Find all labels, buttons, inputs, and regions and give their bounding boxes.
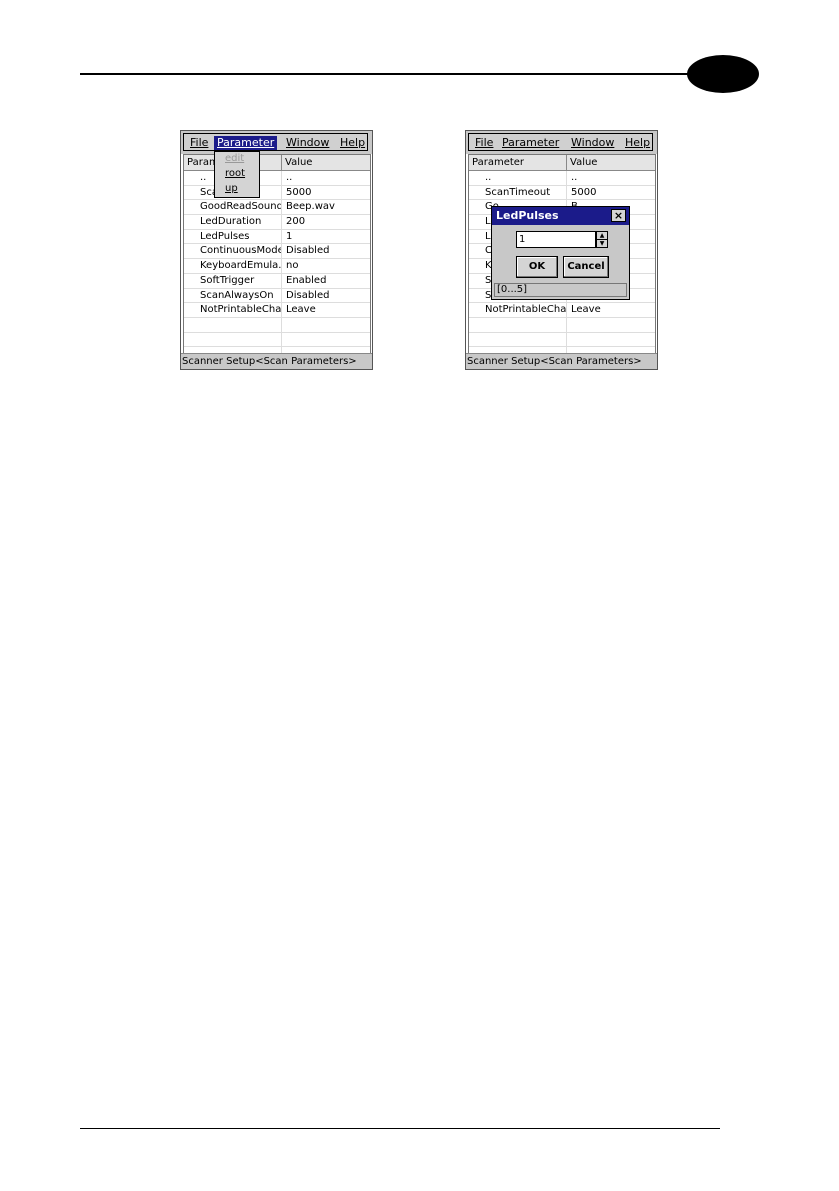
menu-parameter[interactable]: Parameter: [499, 136, 562, 150]
column-header-parameter[interactable]: Parameter: [469, 155, 567, 170]
dialog-title: LedPulses ×: [492, 207, 629, 225]
ledpulses-value-input[interactable]: 1: [516, 231, 596, 248]
dropdown-item-root[interactable]: root: [225, 167, 245, 181]
cell-parameter: ..: [469, 171, 567, 185]
menu-file[interactable]: File: [472, 136, 496, 150]
cell-value: [567, 333, 655, 347]
table-row[interactable]: SoftTrigger Enabled: [184, 273, 370, 289]
menu-help[interactable]: Help: [622, 136, 653, 150]
screenshot-left-menu-open: File Parameter Window Help Param Value .…: [180, 130, 373, 370]
cell-parameter: ScanAlwaysOn: [184, 288, 282, 303]
dialog-title-text: LedPulses: [496, 209, 559, 222]
table-row[interactable]: [184, 317, 370, 333]
table-row[interactable]: [469, 317, 655, 333]
menu-window[interactable]: Window: [283, 136, 332, 150]
cell-parameter: KeyboardEmula...: [184, 259, 282, 273]
cell-value: Beep.wav: [286, 201, 335, 213]
cancel-button[interactable]: Cancel: [563, 256, 609, 278]
table-row[interactable]: ....: [469, 171, 655, 186]
cell-value: 5000: [286, 186, 312, 198]
cell-value: ..: [286, 172, 293, 183]
menubar: File Parameter Window Help: [181, 131, 372, 154]
screenshot-right-dialog-open: File Parameter Window Help Parameter Val…: [465, 130, 658, 370]
menubar: File Parameter Window Help: [466, 131, 657, 154]
cell-value: Enabled: [286, 274, 327, 286]
table-row[interactable]: Sca 5000: [184, 185, 370, 201]
cell-parameter: [469, 317, 567, 332]
table-row[interactable]: ScanTimeout 5000: [469, 185, 655, 201]
table-row[interactable]: KeyboardEmula... no: [184, 259, 370, 274]
status-bar: Scanner Setup<Scan Parameters>: [466, 353, 657, 369]
cell-parameter: NotPrintableChar: [184, 303, 282, 317]
table-row[interactable]: NotPrintableChar Leave: [184, 303, 370, 318]
cell-parameter: SoftTrigger: [184, 273, 282, 288]
spin-down-arrow-icon[interactable]: ▼: [597, 240, 607, 247]
cell-value: Leave: [286, 304, 316, 316]
cell-value: no: [286, 260, 299, 272]
ok-button[interactable]: OK: [516, 256, 558, 278]
cell-value: [567, 318, 655, 332]
cell-parameter: [184, 317, 282, 332]
footer-rule: [80, 1128, 720, 1129]
cell-parameter: NotPrintableChar: [469, 303, 567, 317]
cell-value: [282, 318, 370, 332]
spin-control: ▲ ▼: [596, 231, 608, 248]
cell-parameter: LedDuration: [184, 215, 282, 229]
column-header-value[interactable]: Value: [567, 155, 655, 170]
dropdown-item-up[interactable]: up: [225, 182, 238, 196]
table-row[interactable]: ScanAlwaysOn Disabled: [184, 288, 370, 304]
close-icon[interactable]: ×: [611, 209, 626, 222]
cell-value: Leave: [571, 304, 601, 316]
table-row[interactable]: ContinuousMode Disabled: [184, 244, 370, 260]
status-bar: Scanner Setup<Scan Parameters>: [181, 353, 372, 369]
table-row[interactable]: [469, 332, 655, 348]
table-row[interactable]: ....: [184, 171, 370, 186]
grid-header: Parameter Value: [469, 155, 655, 171]
parameter-dropdown-menu: edit root up: [214, 151, 260, 198]
cell-value: Disabled: [286, 245, 330, 257]
spin-up-arrow-icon[interactable]: ▲: [597, 232, 607, 240]
menu-help[interactable]: Help: [337, 136, 368, 150]
cell-parameter: GoodReadSound: [184, 200, 282, 215]
cell-parameter: ContinuousMode: [184, 244, 282, 259]
parameter-grid: Param Value .... Sca 5000 GoodReadSound Beep…: [183, 154, 371, 362]
column-header-value[interactable]: Value: [282, 155, 370, 170]
cell-parameter: ScanTimeout: [469, 185, 567, 200]
table-row[interactable]: NotPrintableChar Leave: [469, 303, 655, 318]
range-hint: [0...5]: [494, 283, 627, 297]
cell-value: [282, 333, 370, 347]
cell-parameter: [184, 332, 282, 347]
menubar-frame: File Parameter Window Help: [183, 133, 368, 151]
menu-file[interactable]: File: [187, 136, 211, 150]
menu-parameter[interactable]: Parameter: [214, 136, 278, 150]
chapter-badge: [687, 55, 759, 93]
header-rule: [80, 73, 720, 75]
dropdown-item-edit: edit: [225, 153, 245, 164]
cell-parameter: LedPulses: [184, 229, 282, 244]
cell-value: 5000: [571, 186, 597, 198]
cell-value: ..: [571, 172, 578, 183]
grid-body: .... Sca 5000 GoodReadSound Beep.wav LedDurat…: [184, 171, 370, 362]
ledpulses-dialog: LedPulses × 1 ▲ ▼ OK Cancel [0...5]: [491, 206, 630, 300]
table-row[interactable]: LedPulses 1: [184, 229, 370, 245]
cell-value: 200: [286, 216, 306, 228]
cell-value: 1: [286, 230, 293, 242]
table-row[interactable]: LedDuration 200: [184, 215, 370, 230]
cell-value: Disabled: [286, 289, 330, 301]
cell-parameter: [469, 332, 567, 347]
menu-window[interactable]: Window: [568, 136, 617, 150]
table-row[interactable]: GoodReadSound Beep.wav: [184, 200, 370, 216]
table-row[interactable]: [184, 332, 370, 348]
menubar-frame: File Parameter Window Help: [468, 133, 653, 151]
grid-header: Param Value: [184, 155, 370, 171]
